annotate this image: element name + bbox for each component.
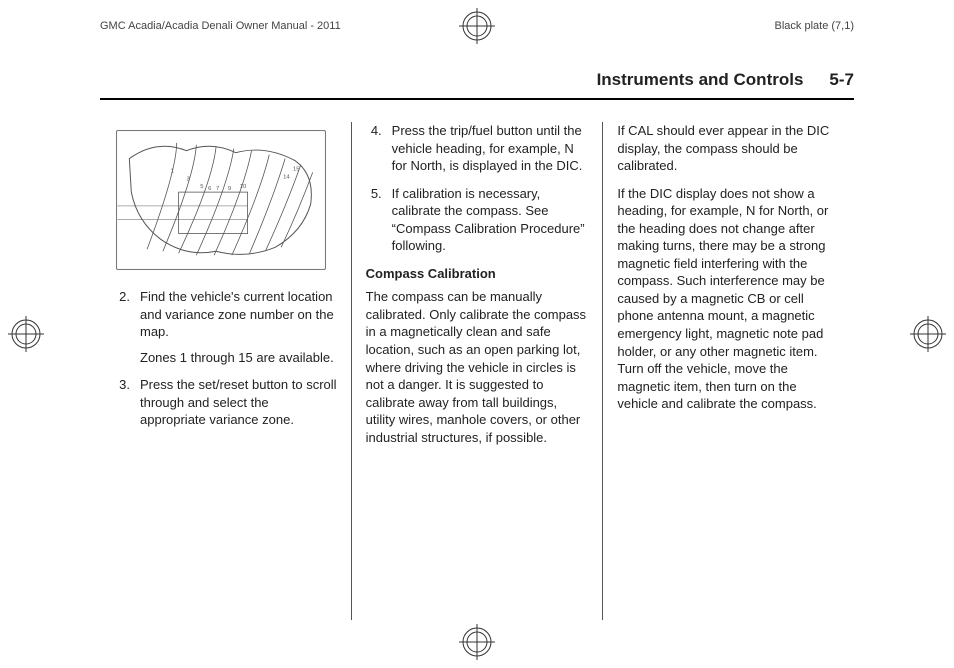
svg-text:9: 9 — [228, 186, 231, 192]
column-3: If CAL should ever appear in the DIC dis… — [602, 122, 854, 620]
svg-text:10: 10 — [240, 184, 247, 190]
svg-text:14: 14 — [283, 174, 290, 180]
running-head: Instruments and Controls 5-7 — [100, 70, 854, 100]
svg-text:1: 1 — [171, 168, 174, 174]
map-icon: 1 3 5 6 7 9 10 14 15 — [117, 131, 325, 269]
column-2: 4. Press the trip/fuel button until the … — [351, 122, 603, 620]
section-title: Instruments and Controls — [597, 70, 804, 90]
step-text: Press the set/reset button to scroll thr… — [140, 376, 337, 429]
step-list: 4. Press the trip/fuel button until the … — [366, 122, 589, 255]
registration-mark-icon — [910, 316, 946, 352]
step-number: 2. — [114, 288, 140, 366]
list-item: 4. Press the trip/fuel button until the … — [366, 122, 589, 175]
registration-mark-icon — [459, 624, 495, 660]
columns: 1 3 5 6 7 9 10 14 15 2. — [100, 122, 854, 620]
list-item: 2. Find the vehicle's current location a… — [114, 288, 337, 366]
list-item: 3. Press the set/reset button to scroll … — [114, 376, 337, 429]
step-number: 5. — [366, 185, 392, 255]
step-text: If calibration is necessary, calibrate t… — [392, 185, 589, 255]
subheading: Compass Calibration — [366, 265, 589, 283]
svg-text:15: 15 — [293, 166, 300, 172]
step-number: 4. — [366, 122, 392, 175]
doc-title: GMC Acadia/Acadia Denali Owner Manual - … — [100, 20, 341, 32]
paragraph: The compass can be manually calibrated. … — [366, 288, 589, 446]
step-text: Find the vehicle's current location and … — [140, 289, 334, 339]
step-number: 3. — [114, 376, 140, 429]
step-subtext: Zones 1 through 15 are available. — [140, 349, 337, 367]
page-number: 5-7 — [829, 70, 854, 90]
step-body: Find the vehicle's current location and … — [140, 288, 337, 366]
variance-zone-map: 1 3 5 6 7 9 10 14 15 — [116, 130, 326, 270]
registration-mark-icon — [8, 316, 44, 352]
column-1: 1 3 5 6 7 9 10 14 15 2. — [100, 122, 351, 620]
list-item: 5. If calibration is necessary, calibrat… — [366, 185, 589, 255]
step-text: Press the trip/fuel button until the veh… — [392, 122, 589, 175]
plate-label: Black plate (7,1) — [775, 20, 854, 32]
page: GMC Acadia/Acadia Denali Owner Manual - … — [0, 0, 954, 668]
paragraph: If the DIC display does not show a headi… — [617, 185, 840, 413]
paragraph: If CAL should ever appear in the DIC dis… — [617, 122, 840, 175]
print-header: GMC Acadia/Acadia Denali Owner Manual - … — [100, 20, 854, 32]
svg-text:7: 7 — [216, 186, 219, 192]
content-frame: Instruments and Controls 5-7 — [100, 70, 854, 608]
step-list: 2. Find the vehicle's current location a… — [114, 288, 337, 429]
